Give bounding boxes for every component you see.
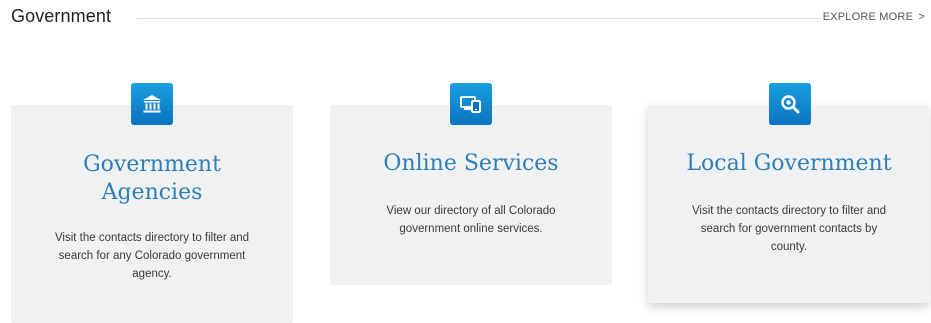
explore-more-label: EXPLORE MORE bbox=[822, 11, 914, 23]
card-local-government[interactable]: Local Government Visit the contacts dire… bbox=[648, 105, 930, 303]
header-divider bbox=[137, 18, 821, 19]
explore-more-link[interactable]: EXPLORE MORE > bbox=[823, 11, 925, 23]
chevron-right-icon: > bbox=[918, 11, 925, 23]
card-online-services[interactable]: Online Services View our directory of al… bbox=[330, 105, 612, 285]
devices-icon bbox=[450, 83, 492, 125]
section-title: Government bbox=[11, 6, 112, 26]
card-description: Visit the contacts directory to filter a… bbox=[54, 232, 250, 280]
card-title: Online Services bbox=[383, 151, 559, 176]
card-title: Local Government bbox=[686, 151, 892, 176]
search-magnifier-icon bbox=[769, 83, 811, 125]
bank-building-icon bbox=[131, 83, 173, 125]
card-description: Visit the contacts directory to filter a… bbox=[691, 205, 887, 253]
card-title: Government Agencies bbox=[83, 152, 221, 205]
card-description: View our directory of all Colorado gover… bbox=[386, 205, 556, 235]
card-government-agencies[interactable]: Government Agencies Visit the contacts d… bbox=[11, 105, 293, 323]
section-header: Government EXPLORE MORE > bbox=[0, 0, 931, 38]
